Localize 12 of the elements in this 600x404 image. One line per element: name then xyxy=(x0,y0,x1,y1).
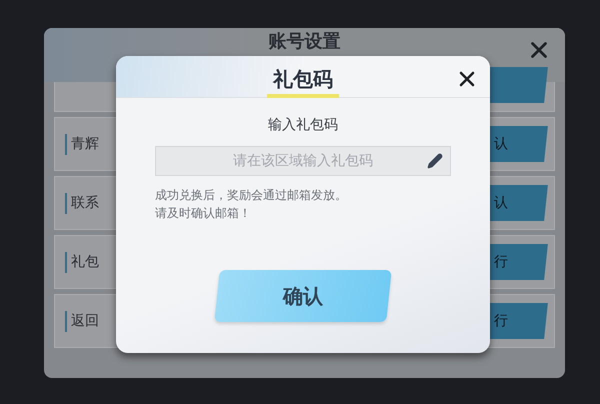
row-label: 礼包 xyxy=(65,252,99,272)
confirm-button[interactable]: 确认 xyxy=(214,270,392,322)
gift-code-field[interactable]: 请在该区域输入礼包码 xyxy=(155,146,451,176)
notice-text: 请及时确认邮箱！ xyxy=(155,205,252,222)
row-label: 青辉 xyxy=(65,134,99,154)
row-label: 联系 xyxy=(65,192,99,214)
notice-text: 成功兑换后，奖励会通过邮箱发放。 xyxy=(155,187,348,204)
row-label: 返回 xyxy=(65,310,99,332)
pencil-icon[interactable] xyxy=(427,153,443,169)
panel-title: 账号设置 xyxy=(268,31,340,53)
field-label: 输入礼包码 xyxy=(268,116,338,135)
dialog-title: 礼包码 xyxy=(267,64,339,98)
